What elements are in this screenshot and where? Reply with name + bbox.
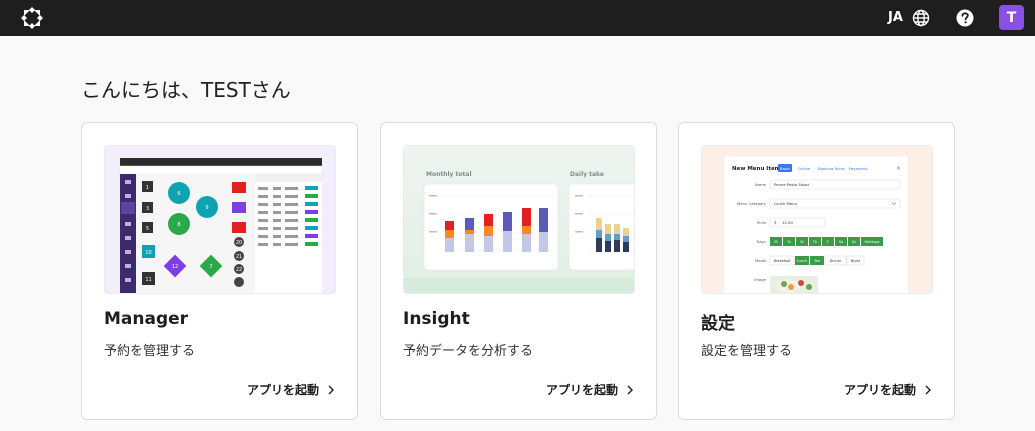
label-days: Days: [757, 239, 766, 244]
app-logo-icon[interactable]: [20, 6, 44, 30]
tab-payments: Payments: [849, 166, 868, 171]
settings-preview-illustration: New Menu Item Basic Online Booking Rules…: [723, 155, 909, 293]
svg-text:5: 5: [146, 226, 149, 232]
launch-app-link[interactable]: アプリを起動: [247, 381, 335, 398]
manager-app-card[interactable]: 1 3 5 6 9 8 10 11 12 7 20 21 22 Manager 予約を管…: [81, 122, 358, 420]
svg-text:1: 1: [146, 185, 149, 191]
meal-tea: Tea: [813, 259, 820, 263]
day-tu: Tu: [786, 240, 791, 244]
insight-preview-illustration: Monthly total Daily take: [404, 171, 634, 293]
svg-text:21: 21: [236, 254, 242, 260]
svg-text:10: 10: [145, 250, 151, 256]
language-label[interactable]: JA: [888, 10, 903, 25]
label-name: Name: [755, 182, 767, 187]
card-title: 設定: [701, 314, 735, 334]
chevron-right-icon: [328, 385, 334, 394]
tab-basic: Basic: [780, 166, 790, 171]
meal-lunch: Lunch: [797, 259, 807, 263]
launch-app-link[interactable]: アプリを起動: [844, 381, 932, 398]
day-holidays: Holidays: [865, 240, 880, 244]
meal-night: Night: [851, 259, 861, 263]
day-su: Su: [852, 240, 856, 244]
day-w: W: [800, 240, 804, 244]
svg-text:6: 6: [177, 191, 180, 197]
top-bar: JA T: [0, 0, 1035, 36]
card-description: 設定を管理する: [701, 344, 793, 359]
settings-preview-image: New Menu Item Basic Online Booking Rules…: [701, 145, 933, 294]
settings-app-card[interactable]: New Menu Item Basic Online Booking Rules…: [678, 122, 955, 420]
price-value: 12.00: [782, 220, 793, 225]
card-title: Manager: [104, 309, 189, 329]
card-description: 予約を管理する: [104, 344, 196, 359]
monthly-total-label: Monthly total: [426, 171, 472, 178]
label-category: Menu Category: [737, 201, 767, 206]
day-f: F: [827, 240, 829, 244]
insight-app-card[interactable]: Monthly total Daily take Insight 予約データを分…: [380, 122, 657, 420]
launch-app-label: アプリを起動: [843, 383, 916, 397]
tab-booking-rules: Booking Rules: [818, 166, 845, 171]
manager-preview-image: 1 3 5 6 9 8 10 11 12 7 20 21 22: [104, 145, 336, 294]
label-image: Image: [754, 277, 767, 282]
manager-preview-illustration: 1 3 5 6 9 8 10 11 12 7 20 21 22: [119, 158, 323, 293]
daily-take-label: Daily take: [570, 171, 604, 178]
globe-icon[interactable]: [912, 9, 930, 27]
greeting-title: こんにちは、TESTさん: [81, 78, 291, 102]
meal-breakfast: Breakfast: [774, 259, 791, 263]
launch-app-label: アプリを起動: [545, 383, 618, 397]
svg-text:3: 3: [146, 206, 149, 212]
insight-preview-image: Monthly total Daily take: [403, 145, 635, 294]
svg-text:7: 7: [209, 264, 212, 270]
label-price: Price: [757, 220, 767, 225]
chevron-right-icon: [627, 385, 633, 394]
day-sa: Sa: [839, 240, 843, 244]
category-value: Lunch Menu: [774, 201, 798, 206]
day-m: M: [774, 240, 777, 244]
launch-app-link[interactable]: アプリを起動: [546, 381, 634, 398]
day-th: Th: [812, 240, 817, 244]
tab-online: Online: [798, 166, 811, 171]
form-title: New Menu Item: [732, 166, 781, 172]
help-icon[interactable]: [956, 9, 974, 27]
label-meals: Meals: [755, 258, 766, 263]
svg-text:8: 8: [177, 222, 180, 228]
user-avatar[interactable]: T: [999, 5, 1024, 30]
name-value: Penne Pesto Salad: [774, 182, 809, 187]
card-title: Insight: [403, 309, 470, 329]
launch-app-label: アプリを起動: [246, 383, 319, 397]
close-icon: ×: [896, 165, 901, 172]
meal-dinner: Dinner: [830, 259, 842, 263]
card-description: 予約データを分析する: [403, 344, 534, 359]
svg-text:20: 20: [236, 240, 242, 246]
svg-text:9: 9: [205, 205, 208, 211]
svg-text:12: 12: [172, 264, 178, 270]
svg-text:22: 22: [236, 267, 242, 273]
svg-text:11: 11: [145, 277, 151, 283]
chevron-right-icon: [925, 385, 931, 394]
